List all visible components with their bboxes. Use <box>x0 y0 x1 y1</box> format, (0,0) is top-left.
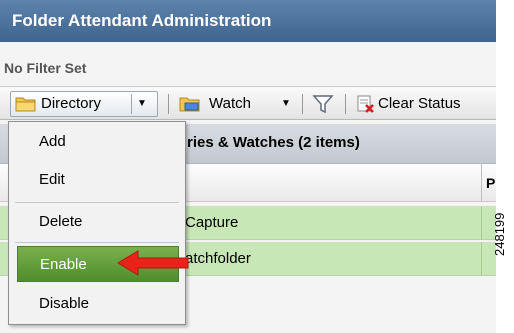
toolbar: Directory ▼ Watch ▼ Clear Status <box>0 86 496 120</box>
funnel-icon <box>312 95 334 114</box>
menu-item-disable[interactable]: Disable <box>9 286 185 322</box>
toolbar-separator <box>302 94 303 114</box>
clear-status-button[interactable]: Clear Status <box>356 91 494 117</box>
watch-folder-icon <box>179 97 200 112</box>
menu-item-edit[interactable]: Edit <box>9 162 185 198</box>
row-name: Capture <box>185 214 239 231</box>
folder-icon <box>15 97 36 112</box>
column-divider <box>481 242 482 276</box>
watch-dropdown-button[interactable]: Watch ▼ <box>176 91 300 117</box>
menu-item-delete[interactable]: Delete <box>9 204 185 240</box>
filter-button[interactable] <box>310 91 336 117</box>
application-window: Folder Attendant Administration No Filte… <box>0 0 496 333</box>
toolbar-separator <box>345 94 346 114</box>
directory-button-label: Directory <box>41 95 102 112</box>
clear-status-label: Clear Status <box>378 95 461 112</box>
directory-dropdown-button[interactable]: Directory ▼ <box>10 91 158 117</box>
menu-separator <box>15 242 179 243</box>
window-title: Folder Attendant Administration <box>0 0 496 42</box>
column-divider <box>481 206 482 240</box>
directory-dropdown-menu: Add Edit Delete Enable Disable <box>8 121 186 325</box>
watch-button-label: Watch <box>209 95 251 112</box>
chevron-down-icon: ▼ <box>281 98 291 109</box>
dropdown-divider <box>131 94 132 114</box>
filter-status-label: No Filter Set <box>4 60 87 76</box>
clear-status-icon <box>357 95 374 113</box>
chevron-down-icon: ▼ <box>137 98 147 109</box>
red-arrow-annotation <box>117 250 189 276</box>
column-header-p[interactable]: P <box>481 164 495 202</box>
toolbar-separator <box>168 94 169 114</box>
panel-title: ries & Watches (2 items) <box>187 134 360 151</box>
figure-id: 248199 <box>492 212 507 256</box>
menu-separator <box>15 202 179 203</box>
menu-item-add[interactable]: Add <box>9 124 185 160</box>
